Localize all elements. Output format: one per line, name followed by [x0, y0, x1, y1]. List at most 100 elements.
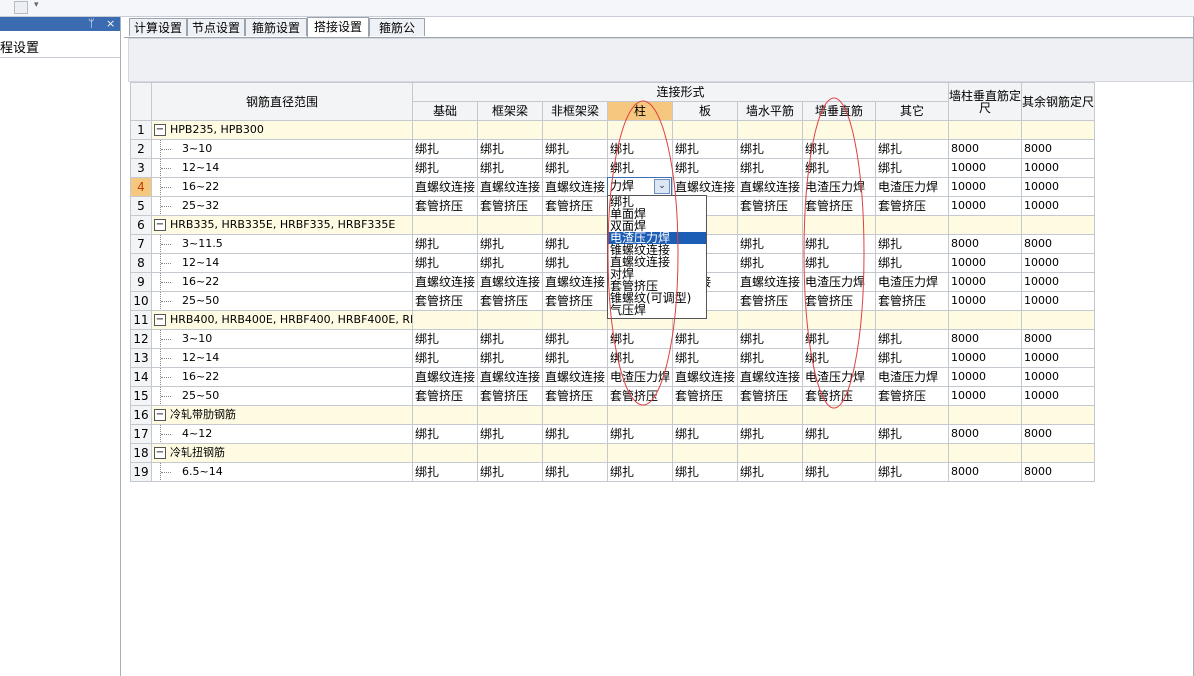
row-number[interactable]: 13	[130, 348, 152, 368]
connection-cell[interactable]: 绑扎	[802, 253, 876, 273]
connection-cell[interactable]: 绑扎	[477, 253, 543, 273]
connection-cell[interactable]: 绑扎	[875, 462, 949, 482]
collapse-icon[interactable]: −	[154, 409, 166, 421]
table-row[interactable]: 12 3~10 绑扎 绑扎 绑扎 绑扎 绑扎 绑扎 绑扎 绑扎 8000 8000	[130, 329, 1095, 349]
collapse-icon[interactable]: −	[154, 124, 166, 136]
connection-cell[interactable]: 绑扎	[672, 348, 738, 368]
connection-cell[interactable]	[802, 443, 876, 463]
connection-cell[interactable]: 绑扎	[607, 348, 673, 368]
connection-cell[interactable]: 绑扎	[542, 348, 608, 368]
connection-cell[interactable]	[672, 443, 738, 463]
wall-column-length-cell[interactable]: 10000	[948, 177, 1022, 197]
wall-column-length-cell[interactable]	[948, 405, 1022, 425]
group-row[interactable]: 18− 冷轧扭钢筋	[130, 443, 1095, 463]
other-length-cell[interactable]: 8000	[1021, 462, 1095, 482]
dropdown-option[interactable]: 气压焊	[608, 304, 706, 316]
connection-cell[interactable]: 电渣压力焊	[802, 177, 876, 197]
connection-cell[interactable]: 绑扎	[737, 462, 803, 482]
connection-cell[interactable]: 绑扎	[412, 234, 478, 254]
row-number[interactable]: 11	[130, 310, 152, 330]
connection-cell[interactable]: 绑扎	[607, 462, 673, 482]
connection-cell[interactable]	[802, 120, 876, 140]
connection-cell[interactable]: 套管挤压	[737, 291, 803, 311]
connection-cell[interactable]: 绑扎	[737, 424, 803, 444]
connection-cell[interactable]: 绑扎	[672, 158, 738, 178]
row-number[interactable]: 10	[130, 291, 152, 311]
connection-cell[interactable]	[802, 310, 876, 330]
connection-cell[interactable]: 套管挤压	[672, 386, 738, 406]
connection-cell[interactable]	[875, 310, 949, 330]
connection-cell[interactable]	[737, 405, 803, 425]
header-subcol-4[interactable]: 板	[672, 101, 738, 121]
diameter-range-cell[interactable]: 3~10	[151, 329, 413, 349]
connection-cell[interactable]: 套管挤压	[477, 196, 543, 216]
diameter-range-cell[interactable]: 12~14	[151, 253, 413, 273]
diameter-range-cell[interactable]: 16~22	[151, 177, 413, 197]
table-row[interactable]: 2 3~10 绑扎 绑扎 绑扎 绑扎 绑扎 绑扎 绑扎 绑扎 8000 8000	[130, 139, 1095, 159]
table-row[interactable]: 14 16~22 直螺纹连接 直螺纹连接 直螺纹连接 电渣压力焊 直螺纹连接 直螺纹连接 电渣压…	[130, 367, 1095, 387]
other-length-cell[interactable]	[1021, 405, 1095, 425]
pin-icon[interactable]: ᛘ	[88, 17, 95, 31]
other-length-cell[interactable]: 10000	[1021, 348, 1095, 368]
wall-column-length-cell[interactable]: 10000	[948, 272, 1022, 292]
connection-cell[interactable]	[412, 215, 478, 235]
connection-cell[interactable]	[802, 405, 876, 425]
row-number[interactable]: 12	[130, 329, 152, 349]
connection-cell[interactable]	[737, 443, 803, 463]
other-length-cell[interactable]: 8000	[1021, 234, 1095, 254]
chevron-down-icon[interactable]: ▾	[34, 0, 39, 10]
table-row[interactable]: 3 12~14 绑扎 绑扎 绑扎 绑扎 绑扎 绑扎 绑扎 绑扎 10000 10000	[130, 158, 1095, 178]
row-number[interactable]: 17	[130, 424, 152, 444]
diameter-range-cell[interactable]: −HRB400, HRB400E, HRBF400, HRBF400E, RRB…	[151, 310, 413, 330]
wall-column-length-cell[interactable]: 10000	[948, 196, 1022, 216]
connection-cell[interactable]: 电渣压力焊	[875, 367, 949, 387]
other-length-cell[interactable]: 8000	[1021, 424, 1095, 444]
connection-cell[interactable]: 绑扎	[802, 139, 876, 159]
connection-cell[interactable]: 绑扎	[607, 424, 673, 444]
connection-cell[interactable]	[875, 405, 949, 425]
tab-0[interactable]: 计算设置	[129, 18, 187, 36]
connection-cell[interactable]	[802, 215, 876, 235]
connection-cell[interactable]: 绑扎	[672, 139, 738, 159]
connection-cell[interactable]	[412, 120, 478, 140]
collapse-icon[interactable]: −	[154, 219, 166, 231]
row-number[interactable]: 15	[130, 386, 152, 406]
other-length-cell[interactable]: 10000	[1021, 367, 1095, 387]
row-number[interactable]: 5	[130, 196, 152, 216]
connection-cell[interactable]: 电渣压力焊	[802, 367, 876, 387]
connection-cell[interactable]	[737, 120, 803, 140]
connection-cell[interactable]	[607, 405, 673, 425]
tab-1[interactable]: 节点设置	[187, 18, 245, 36]
connection-cell[interactable]: 绑扎	[802, 424, 876, 444]
connection-cell[interactable]: 绑扎	[607, 139, 673, 159]
connection-cell[interactable]	[477, 405, 543, 425]
connection-cell[interactable]	[542, 405, 608, 425]
connection-cell[interactable]: 直螺纹连接	[412, 367, 478, 387]
connection-cell[interactable]: 电渣压力焊	[607, 367, 673, 387]
connection-cell[interactable]: 套管挤压	[737, 196, 803, 216]
connection-cell[interactable]: 绑扎	[875, 329, 949, 349]
connection-cell[interactable]: 直螺纹连接	[737, 367, 803, 387]
connection-cell[interactable]: 绑扎	[737, 348, 803, 368]
table-row[interactable]: 17 4~12 绑扎 绑扎 绑扎 绑扎 绑扎 绑扎 绑扎 绑扎 8000 8000	[130, 424, 1095, 444]
connection-cell[interactable]: 绑扎	[802, 462, 876, 482]
connection-cell[interactable]: 绑扎	[875, 234, 949, 254]
row-number[interactable]: 16	[130, 405, 152, 425]
connection-cell[interactable]: 直螺纹连接	[737, 272, 803, 292]
connection-cell[interactable]: 绑扎	[412, 424, 478, 444]
connection-cell[interactable]: 套管挤压	[412, 291, 478, 311]
connection-cell[interactable]: 直螺纹连接	[477, 272, 543, 292]
diameter-range-cell[interactable]: 25~50	[151, 291, 413, 311]
connection-cell[interactable]: 绑扎	[737, 329, 803, 349]
wall-column-length-cell[interactable]: 8000	[948, 424, 1022, 444]
other-length-cell[interactable]: 10000	[1021, 177, 1095, 197]
connection-cell[interactable]: 套管挤压	[737, 386, 803, 406]
connection-cell[interactable]	[477, 120, 543, 140]
diameter-range-cell[interactable]: − HRB335, HRB335E, HRBF335, HRBF335E	[151, 215, 413, 235]
connection-cell[interactable]: 电渣压力焊	[875, 177, 949, 197]
connection-cell[interactable]	[412, 443, 478, 463]
group-row[interactable]: 1− HPB235, HPB300	[130, 120, 1095, 140]
connection-type-combobox[interactable]: 力焊 ⌄	[607, 177, 672, 196]
row-number[interactable]: 19	[130, 462, 152, 482]
connection-cell[interactable]: 电渣压力焊	[875, 272, 949, 292]
